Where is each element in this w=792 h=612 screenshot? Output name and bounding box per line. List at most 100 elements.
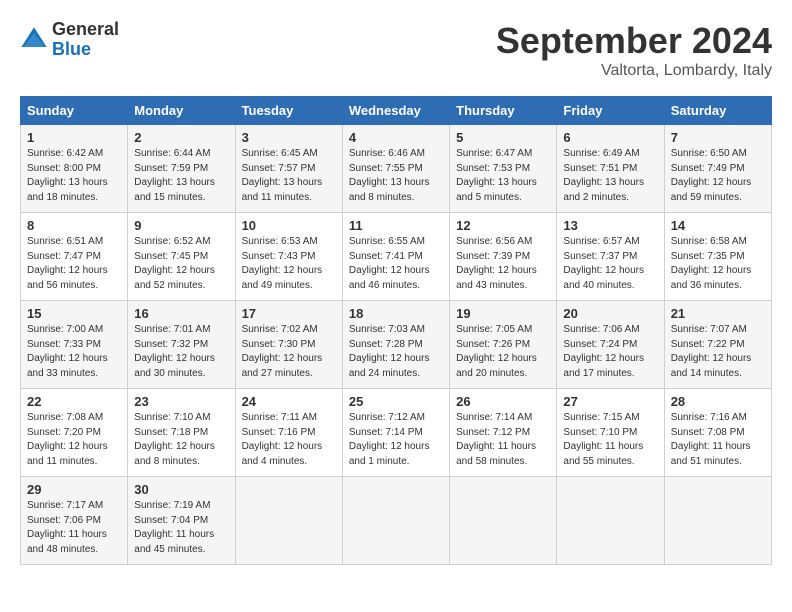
day-number: 17 [242, 306, 336, 321]
day-info: Sunrise: 7:08 AMSunset: 7:20 PMDaylight:… [27, 411, 121, 469]
day-number: 16 [134, 306, 228, 321]
calendar-header: SundayMondayTuesdayWednesdayThursdayFrid… [21, 97, 772, 125]
calendar-cell: 28 Sunrise: 7:16 AMSunset: 7:08 PMDaylig… [664, 389, 771, 477]
calendar-cell: 7 Sunrise: 6:50 AMSunset: 7:49 PMDayligh… [664, 125, 771, 213]
calendar-cell: 22 Sunrise: 7:08 AMSunset: 7:20 PMDaylig… [21, 389, 128, 477]
calendar-body: 1 Sunrise: 6:42 AMSunset: 8:00 PMDayligh… [21, 125, 772, 565]
logo-icon [20, 26, 48, 54]
calendar-cell [557, 477, 664, 565]
calendar-cell: 9 Sunrise: 6:52 AMSunset: 7:45 PMDayligh… [128, 213, 235, 301]
day-info: Sunrise: 7:03 AMSunset: 7:28 PMDaylight:… [349, 323, 443, 381]
day-number: 8 [27, 218, 121, 233]
day-info: Sunrise: 7:05 AMSunset: 7:26 PMDaylight:… [456, 323, 550, 381]
location: Valtorta, Lombardy, Italy [496, 62, 772, 80]
logo-blue: Blue [52, 40, 119, 60]
calendar-cell: 1 Sunrise: 6:42 AMSunset: 8:00 PMDayligh… [21, 125, 128, 213]
day-info: Sunrise: 6:42 AMSunset: 8:00 PMDaylight:… [27, 147, 121, 205]
day-info: Sunrise: 6:57 AMSunset: 7:37 PMDaylight:… [563, 235, 657, 293]
day-info: Sunrise: 6:52 AMSunset: 7:45 PMDaylight:… [134, 235, 228, 293]
day-number: 13 [563, 218, 657, 233]
day-number: 7 [671, 130, 765, 145]
day-info: Sunrise: 6:53 AMSunset: 7:43 PMDaylight:… [242, 235, 336, 293]
day-info: Sunrise: 7:00 AMSunset: 7:33 PMDaylight:… [27, 323, 121, 381]
calendar-cell: 4 Sunrise: 6:46 AMSunset: 7:55 PMDayligh… [342, 125, 449, 213]
day-info: Sunrise: 7:06 AMSunset: 7:24 PMDaylight:… [563, 323, 657, 381]
calendar-cell: 11 Sunrise: 6:55 AMSunset: 7:41 PMDaylig… [342, 213, 449, 301]
calendar-cell: 18 Sunrise: 7:03 AMSunset: 7:28 PMDaylig… [342, 301, 449, 389]
calendar-cell [235, 477, 342, 565]
day-number: 24 [242, 394, 336, 409]
day-info: Sunrise: 7:10 AMSunset: 7:18 PMDaylight:… [134, 411, 228, 469]
day-number: 22 [27, 394, 121, 409]
calendar-cell [664, 477, 771, 565]
day-number: 12 [456, 218, 550, 233]
day-number: 29 [27, 482, 121, 497]
day-number: 26 [456, 394, 550, 409]
day-info: Sunrise: 7:02 AMSunset: 7:30 PMDaylight:… [242, 323, 336, 381]
calendar-cell: 10 Sunrise: 6:53 AMSunset: 7:43 PMDaylig… [235, 213, 342, 301]
day-number: 14 [671, 218, 765, 233]
day-number: 2 [134, 130, 228, 145]
calendar-cell: 17 Sunrise: 7:02 AMSunset: 7:30 PMDaylig… [235, 301, 342, 389]
header-tuesday: Tuesday [235, 97, 342, 125]
day-number: 25 [349, 394, 443, 409]
day-info: Sunrise: 7:17 AMSunset: 7:06 PMDaylight:… [27, 499, 121, 557]
day-number: 20 [563, 306, 657, 321]
calendar-cell: 3 Sunrise: 6:45 AMSunset: 7:57 PMDayligh… [235, 125, 342, 213]
day-number: 18 [349, 306, 443, 321]
day-number: 3 [242, 130, 336, 145]
calendar-cell: 6 Sunrise: 6:49 AMSunset: 7:51 PMDayligh… [557, 125, 664, 213]
calendar-cell: 27 Sunrise: 7:15 AMSunset: 7:10 PMDaylig… [557, 389, 664, 477]
header-saturday: Saturday [664, 97, 771, 125]
day-number: 21 [671, 306, 765, 321]
calendar-week-4: 22 Sunrise: 7:08 AMSunset: 7:20 PMDaylig… [21, 389, 772, 477]
day-info: Sunrise: 6:45 AMSunset: 7:57 PMDaylight:… [242, 147, 336, 205]
day-number: 19 [456, 306, 550, 321]
calendar-cell: 24 Sunrise: 7:11 AMSunset: 7:16 PMDaylig… [235, 389, 342, 477]
day-info: Sunrise: 6:49 AMSunset: 7:51 PMDaylight:… [563, 147, 657, 205]
day-info: Sunrise: 6:51 AMSunset: 7:47 PMDaylight:… [27, 235, 121, 293]
calendar-cell: 14 Sunrise: 6:58 AMSunset: 7:35 PMDaylig… [664, 213, 771, 301]
day-number: 6 [563, 130, 657, 145]
day-info: Sunrise: 6:47 AMSunset: 7:53 PMDaylight:… [456, 147, 550, 205]
day-number: 11 [349, 218, 443, 233]
calendar-week-5: 29 Sunrise: 7:17 AMSunset: 7:06 PMDaylig… [21, 477, 772, 565]
day-number: 28 [671, 394, 765, 409]
calendar-cell [342, 477, 449, 565]
header-thursday: Thursday [450, 97, 557, 125]
day-info: Sunrise: 7:16 AMSunset: 7:08 PMDaylight:… [671, 411, 765, 469]
day-info: Sunrise: 7:12 AMSunset: 7:14 PMDaylight:… [349, 411, 443, 469]
logo: General Blue [20, 20, 119, 60]
day-info: Sunrise: 6:46 AMSunset: 7:55 PMDaylight:… [349, 147, 443, 205]
calendar-week-1: 1 Sunrise: 6:42 AMSunset: 8:00 PMDayligh… [21, 125, 772, 213]
calendar-cell: 26 Sunrise: 7:14 AMSunset: 7:12 PMDaylig… [450, 389, 557, 477]
header-friday: Friday [557, 97, 664, 125]
day-info: Sunrise: 7:14 AMSunset: 7:12 PMDaylight:… [456, 411, 550, 469]
day-info: Sunrise: 6:55 AMSunset: 7:41 PMDaylight:… [349, 235, 443, 293]
day-number: 30 [134, 482, 228, 497]
header-row: SundayMondayTuesdayWednesdayThursdayFrid… [21, 97, 772, 125]
calendar-cell [450, 477, 557, 565]
calendar-cell: 29 Sunrise: 7:17 AMSunset: 7:06 PMDaylig… [21, 477, 128, 565]
logo-general: General [52, 20, 119, 40]
day-number: 10 [242, 218, 336, 233]
day-number: 27 [563, 394, 657, 409]
calendar-cell: 5 Sunrise: 6:47 AMSunset: 7:53 PMDayligh… [450, 125, 557, 213]
day-number: 5 [456, 130, 550, 145]
day-number: 4 [349, 130, 443, 145]
title-block: September 2024 Valtorta, Lombardy, Italy [496, 20, 772, 80]
calendar-cell: 16 Sunrise: 7:01 AMSunset: 7:32 PMDaylig… [128, 301, 235, 389]
day-info: Sunrise: 6:50 AMSunset: 7:49 PMDaylight:… [671, 147, 765, 205]
calendar-cell: 25 Sunrise: 7:12 AMSunset: 7:14 PMDaylig… [342, 389, 449, 477]
calendar-cell: 2 Sunrise: 6:44 AMSunset: 7:59 PMDayligh… [128, 125, 235, 213]
calendar-cell: 20 Sunrise: 7:06 AMSunset: 7:24 PMDaylig… [557, 301, 664, 389]
calendar-cell: 13 Sunrise: 6:57 AMSunset: 7:37 PMDaylig… [557, 213, 664, 301]
day-info: Sunrise: 6:58 AMSunset: 7:35 PMDaylight:… [671, 235, 765, 293]
calendar-cell: 15 Sunrise: 7:00 AMSunset: 7:33 PMDaylig… [21, 301, 128, 389]
calendar-cell: 8 Sunrise: 6:51 AMSunset: 7:47 PMDayligh… [21, 213, 128, 301]
calendar-cell: 21 Sunrise: 7:07 AMSunset: 7:22 PMDaylig… [664, 301, 771, 389]
day-number: 23 [134, 394, 228, 409]
calendar-cell: 19 Sunrise: 7:05 AMSunset: 7:26 PMDaylig… [450, 301, 557, 389]
calendar-cell: 23 Sunrise: 7:10 AMSunset: 7:18 PMDaylig… [128, 389, 235, 477]
day-number: 9 [134, 218, 228, 233]
